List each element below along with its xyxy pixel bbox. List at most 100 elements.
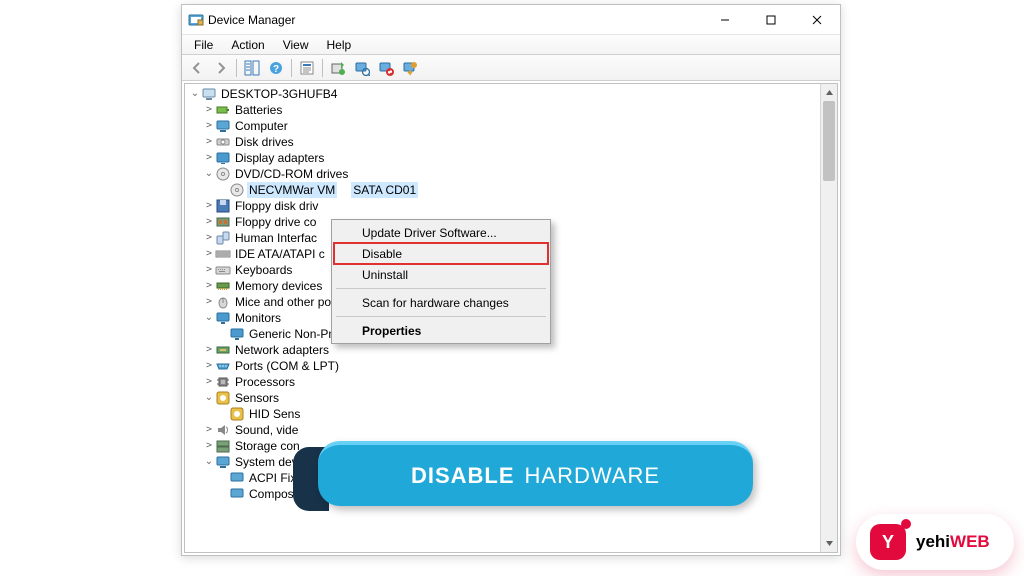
tree-label: DESKTOP-3GHUFB4	[219, 86, 339, 102]
tree-item-processors[interactable]: Processors	[189, 374, 818, 390]
tree-item-network[interactable]: Network adapters	[189, 342, 818, 358]
tree-label: Display adapters	[233, 150, 326, 166]
maximize-button[interactable]	[748, 5, 794, 34]
update-driver-button[interactable]	[327, 57, 349, 79]
sensor-icon	[215, 390, 231, 406]
brand-logo-icon: Y	[870, 524, 906, 560]
tree-item-sound[interactable]: Sound, vide	[189, 422, 818, 438]
expand-icon[interactable]	[203, 294, 215, 310]
tree-item-dvd[interactable]: DVD/CD-ROM drives	[189, 166, 818, 182]
expand-icon[interactable]	[203, 246, 215, 262]
ctx-update-driver[interactable]: Update Driver Software...	[334, 222, 548, 243]
tree-item-sensors-child[interactable]: HID Sens	[189, 406, 818, 422]
minimize-button[interactable]	[702, 5, 748, 34]
banner-text: HARDWARE	[525, 463, 661, 489]
tree-label: Processors	[233, 374, 297, 390]
properties-button[interactable]	[296, 57, 318, 79]
tree-item-dvd-child[interactable]: NECVMWar VMSATA CD01	[189, 182, 818, 198]
expand-icon[interactable]	[203, 374, 215, 390]
ctx-separator	[336, 316, 546, 317]
expand-icon[interactable]	[203, 198, 215, 214]
expand-icon[interactable]	[203, 166, 215, 182]
vertical-scrollbar[interactable]	[820, 84, 837, 552]
floppy-icon	[215, 198, 231, 214]
tree-label: DVD/CD-ROM drives	[233, 166, 350, 182]
tree-label: Keyboards	[233, 262, 294, 278]
uninstall-button[interactable]	[375, 57, 397, 79]
help-button[interactable]: ?	[265, 57, 287, 79]
computer-icon	[215, 118, 231, 134]
menu-action[interactable]: Action	[223, 37, 272, 53]
context-menu: Update Driver Software... Disable Uninst…	[331, 219, 551, 344]
show-hide-tree-button[interactable]	[241, 57, 263, 79]
expand-icon[interactable]	[189, 86, 201, 102]
expand-icon[interactable]	[203, 262, 215, 278]
close-button[interactable]	[794, 5, 840, 34]
expand-icon[interactable]	[203, 438, 215, 454]
keyboard-icon	[215, 262, 231, 278]
brand-text-black: yehi	[916, 532, 950, 551]
tree-item-floppy-drives[interactable]: Floppy disk driv	[189, 198, 818, 214]
tree-label: Batteries	[233, 102, 284, 118]
ctx-scan-hardware[interactable]: Scan for hardware changes	[334, 292, 548, 313]
ctx-separator	[336, 288, 546, 289]
expand-icon[interactable]	[203, 422, 215, 438]
brand-text-red: WEB	[950, 532, 990, 551]
toolbar-separator	[236, 59, 237, 77]
scroll-track[interactable]	[821, 101, 837, 535]
expand-icon[interactable]	[203, 230, 215, 246]
tree-label: Storage con	[233, 438, 302, 454]
tree-label: Floppy disk driv	[233, 198, 320, 214]
expand-icon[interactable]	[203, 342, 215, 358]
toolbar-separator	[291, 59, 292, 77]
ctx-uninstall[interactable]: Uninstall	[334, 264, 548, 285]
menu-view[interactable]: View	[275, 37, 317, 53]
tree-label: Ports (COM & LPT)	[233, 358, 341, 374]
scroll-down-icon[interactable]	[821, 535, 837, 552]
banner-bold: DISABLE	[411, 463, 515, 489]
ctx-properties[interactable]: Properties	[334, 320, 548, 341]
expand-icon[interactable]	[203, 150, 215, 166]
tree-label: HID Sens	[247, 406, 302, 422]
window-controls	[702, 5, 840, 34]
ide-icon	[215, 246, 231, 262]
tree-label: Computer	[233, 118, 290, 134]
expand-icon[interactable]	[203, 278, 215, 294]
tree-item-computer[interactable]: Computer	[189, 118, 818, 134]
tree-label: Human Interfac	[233, 230, 319, 246]
dvd-icon	[215, 166, 231, 182]
mouse-icon	[215, 294, 231, 310]
scan-hardware-button[interactable]	[351, 57, 373, 79]
expand-icon[interactable]	[203, 134, 215, 150]
system-icon	[229, 486, 245, 502]
expand-icon[interactable]	[203, 214, 215, 230]
tree-item-batteries[interactable]: Batteries	[189, 102, 818, 118]
monitor-icon	[229, 326, 245, 342]
scroll-thumb[interactable]	[823, 101, 835, 181]
menu-help[interactable]: Help	[319, 37, 360, 53]
expand-icon[interactable]	[203, 454, 215, 470]
tree-item-display-adapters[interactable]: Display adapters	[189, 150, 818, 166]
tree-item-disk-drives[interactable]: Disk drives	[189, 134, 818, 150]
ctx-disable[interactable]: Disable	[334, 243, 548, 264]
expand-icon[interactable]	[203, 118, 215, 134]
monitor-icon	[215, 310, 231, 326]
tree-root[interactable]: DESKTOP-3GHUFB4	[189, 86, 818, 102]
menubar: File Action View Help	[182, 35, 840, 55]
disable-device-button[interactable]	[399, 57, 421, 79]
expand-icon[interactable]	[203, 358, 215, 374]
tree-item-ports[interactable]: Ports (COM & LPT)	[189, 358, 818, 374]
menu-file[interactable]: File	[186, 37, 221, 53]
tree-label: Floppy drive co	[233, 214, 318, 230]
scroll-up-icon[interactable]	[821, 84, 837, 101]
expand-icon[interactable]	[203, 310, 215, 326]
tree-item-sensors[interactable]: Sensors	[189, 390, 818, 406]
app-icon	[188, 12, 204, 28]
banner: DISABLE HARDWARE	[318, 441, 753, 506]
dvd-icon	[229, 182, 245, 198]
expand-icon[interactable]	[203, 102, 215, 118]
tree-label: System dev	[233, 454, 300, 470]
controller-icon	[215, 214, 231, 230]
expand-icon[interactable]	[203, 390, 215, 406]
tree-label: Disk drives	[233, 134, 296, 150]
